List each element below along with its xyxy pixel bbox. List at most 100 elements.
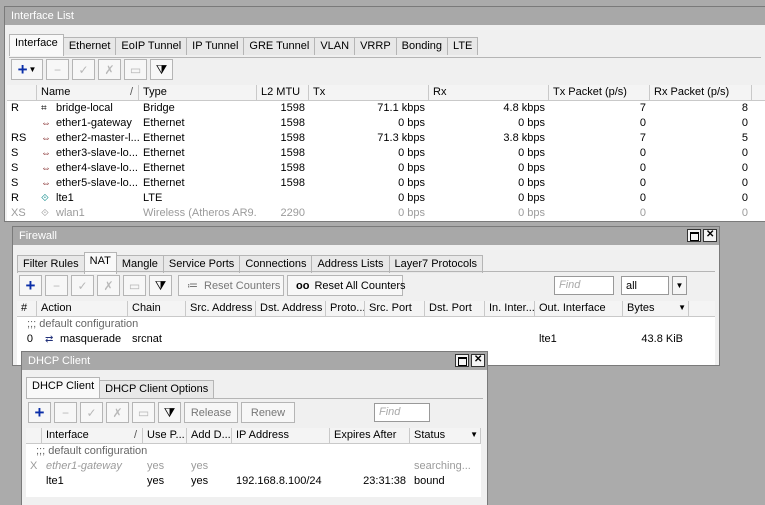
check-icon: ✓ [78,62,89,77]
tab-ip-tunnel[interactable]: IP Tunnel [186,37,245,55]
release-button[interactable]: Release [184,402,238,423]
col-tx-packet[interactable]: Tx Packet (p/s) [549,85,650,100]
iface-l2mtu: 1598 [280,147,305,159]
firewall-titlebar[interactable]: Firewall [13,227,719,245]
enable-button[interactable]: ✓ [72,59,95,80]
col-tx[interactable]: Tx [309,85,429,100]
close-button[interactable] [703,229,717,242]
col-dst-port[interactable]: Dst. Port [425,301,485,316]
filter-icon: ⧩ [163,404,176,420]
table-row[interactable]: RS ⇔ ether2-master-l... Ethernet 1598 71.3 kb… [7,131,765,146]
add-button[interactable]: + [19,275,42,296]
enable-button[interactable]: ✓ [80,402,103,423]
table-row[interactable]: S ⇔ ether4-slave-lo... Ethernet 1598 0 bps 0 b… [7,161,765,176]
tab-interface[interactable]: Interface [9,34,64,56]
col-interface[interactable]: Interface / [42,428,143,443]
col-flags[interactable] [7,85,37,100]
tab-vlan[interactable]: VLAN [314,37,356,55]
reset-all-counters-button[interactable]: oo Reset All Counters [287,275,406,296]
table-row[interactable]: S ⇔ ether3-slave-lo... Ethernet 1598 0 bps 0 b… [7,146,765,161]
maximize-button[interactable] [687,229,701,242]
disable-button[interactable]: ✗ [97,275,120,296]
col-bytes[interactable]: Bytes ▼ [623,301,689,316]
filter-select[interactable]: all [621,276,669,295]
dropdown-button[interactable]: ▼ [672,276,687,295]
col-src-port[interactable]: Src. Port [365,301,425,316]
col-status[interactable]: Status ▼ [410,428,481,443]
tab-lte[interactable]: LTE [447,37,479,55]
tab-bonding[interactable]: Bonding [395,37,449,55]
disable-button[interactable]: ✗ [98,59,121,80]
table-row[interactable]: R ⌗ bridge-local Bridge 1598 71.1 kbps 4.8 kbp… [7,101,765,116]
col-flags[interactable] [26,428,42,443]
table-row[interactable]: X ether1-gateway yes yes searching... [26,459,481,474]
interface-list-titlebar[interactable]: Interface List [5,7,765,25]
tab-eoip-tunnel[interactable]: EoIP Tunnel [115,37,188,55]
table-row[interactable]: lte1 yes yes 192.168.8.100/24 23:31:38 b… [26,474,481,489]
table-row[interactable]: ⇔ ether1-gateway Ethernet 1598 0 bps 0 bps 0 0 [7,116,765,131]
masquerade-icon: ⇄ [45,334,54,345]
col-chain[interactable]: Chain [128,301,186,316]
tab-gre-tunnel[interactable]: GRE Tunnel [243,37,316,55]
maximize-button[interactable] [455,354,469,367]
col-number[interactable]: # [17,301,37,316]
interface-list-window: Interface List Interface Ethernet EoIP T… [4,6,765,222]
col-rx[interactable]: Rx [429,85,549,100]
dhcp-expires [330,459,410,474]
find-input[interactable]: Find [554,276,614,295]
table-row[interactable]: S ⇔ ether5-slave-lo... Ethernet 1598 0 bps 0 b… [7,176,765,191]
filter-button[interactable]: ⧩ [150,59,173,80]
dhcp-client-titlebar[interactable]: DHCP Client [22,352,487,370]
col-out-interface[interactable]: Out. Interface [535,301,623,316]
col-src-address[interactable]: Src. Address [186,301,256,316]
rule-src-port [365,332,425,347]
remove-button[interactable]: − [46,59,69,80]
comment-button[interactable]: ▭ [124,59,147,80]
remove-button[interactable]: − [45,275,68,296]
filter-button[interactable]: ⧩ [149,275,172,296]
col-rx-packet[interactable]: Rx Packet (p/s) [650,85,752,100]
add-button[interactable]: + [28,402,51,423]
col-dst-address[interactable]: Dst. Address [256,301,326,316]
comment-button[interactable]: ▭ [123,275,146,296]
tab-dhcp-client-options[interactable]: DHCP Client Options [99,380,215,398]
disable-button[interactable]: ✗ [106,402,129,423]
iface-l2mtu: 2290 [280,207,305,219]
col-ip-address[interactable]: IP Address [232,428,330,443]
col-name[interactable]: Name / [37,85,139,100]
iface-tx-packet: 0 [639,192,646,204]
iface-tx-packet: 0 [639,207,646,219]
table-row[interactable]: 0 ⇄ masquerade srcnat lte1 43.8 KiB [17,332,715,347]
reset-counters-button[interactable]: ≔ Reset Counters [178,275,284,296]
col-protocol[interactable]: Proto... [326,301,365,316]
tab-vrrp[interactable]: VRRP [354,37,397,55]
renew-button[interactable]: Renew [241,402,295,423]
iface-tx: 0 bps [398,177,425,189]
table-row[interactable]: XS ⟐ wlan1 Wireless (Atheros AR9... 2290 0 bp… [7,206,765,221]
comment-button[interactable]: ▭ [132,402,155,423]
col-type[interactable]: Type [139,85,257,100]
iface-rx-packet: 0 [741,147,748,159]
table-row[interactable]: R ⟐ lte1 LTE 0 bps 0 bps 0 0 [7,191,765,206]
iface-type: Ethernet [143,147,185,159]
col-expires-after[interactable]: Expires After [330,428,410,443]
col-add-default[interactable]: Add D... [187,428,232,443]
tab-ethernet[interactable]: Ethernet [62,37,117,55]
tab-dhcp-client[interactable]: DHCP Client [26,377,101,399]
iface-type: Bridge [143,102,175,114]
col-use-peer[interactable]: Use P... [143,428,187,443]
col-in-interface[interactable]: In. Inter... [485,301,535,316]
add-button[interactable]: + ▼ [11,59,43,80]
chevron-down-icon: ▼ [470,430,478,439]
remove-button[interactable]: − [54,402,77,423]
interface-tabs: Interface Ethernet EoIP Tunnel IP Tunnel… [9,33,479,56]
filter-button[interactable]: ⧩ [158,402,181,423]
ethernet-icon: ⇔ [41,118,51,129]
col-l2mtu[interactable]: L2 MTU [257,85,309,100]
dhcp-client-window: DHCP Client DHCP Client DHCP Client Opti… [21,351,488,505]
col-action[interactable]: Action [37,301,128,316]
close-button[interactable] [471,354,485,367]
dhcp-ip-address [232,459,330,474]
enable-button[interactable]: ✓ [71,275,94,296]
find-input[interactable]: Find [374,403,430,422]
